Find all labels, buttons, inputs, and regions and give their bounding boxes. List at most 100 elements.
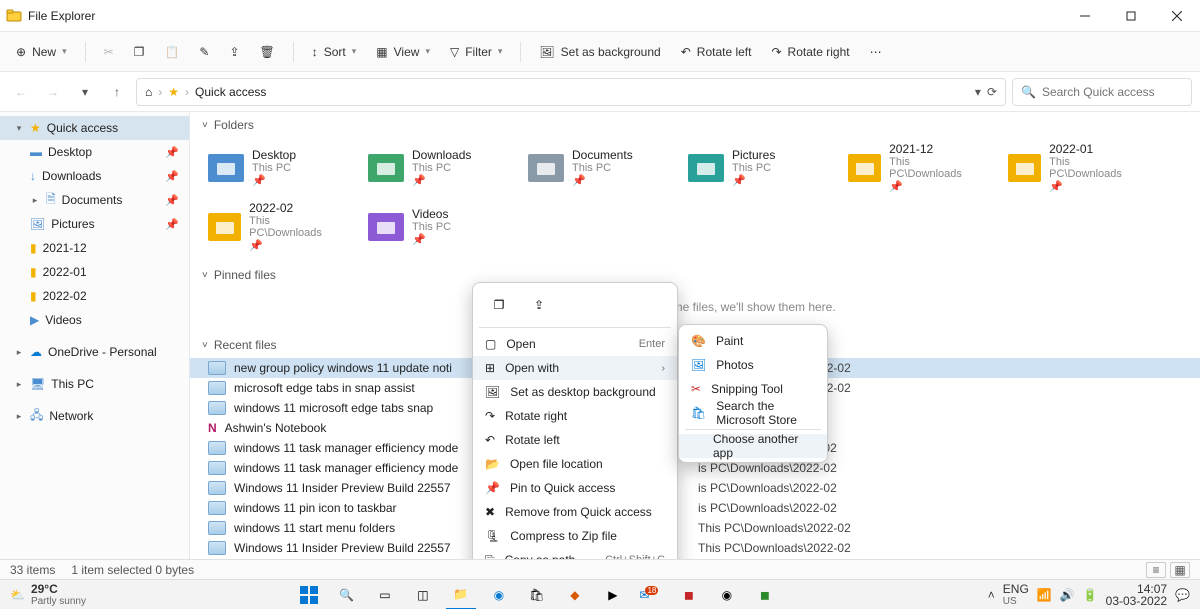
more-icon: ⋯ (870, 45, 882, 59)
openwith-paint[interactable]: 🎨Paint (679, 329, 827, 353)
taskbar-weather[interactable]: ⛅ 29°C Partly sunny (0, 582, 96, 607)
context-share-button[interactable]: ⇪ (525, 293, 553, 317)
context-compress-zip[interactable]: 🗜Compress to Zip file (473, 524, 677, 548)
share-button[interactable]: ⇪ (221, 38, 247, 66)
tray-chevron[interactable]: ˄ (988, 588, 995, 602)
taskbar-chrome[interactable]: ◉ (712, 580, 742, 609)
section-pinned[interactable]: ˅Pinned files (190, 262, 1200, 288)
sidebar-item-quick-access[interactable]: ▾ ★ Quick access (0, 116, 189, 140)
taskbar-mail[interactable]: ✉18 (636, 580, 666, 609)
context-open[interactable]: ▢OpenEnter (473, 332, 677, 356)
file-row[interactable]: windows 11 file explorer folder preview2… (190, 558, 1200, 559)
address-bar[interactable]: ⌂ › ★ › Quick access ▾ ⟳ (136, 78, 1006, 106)
openwith-snipping-tool[interactable]: ✂Snipping Tool (679, 377, 827, 401)
file-row[interactable]: windows 11 start menu folders2 12:21This… (190, 518, 1200, 538)
videos-icon: ▶ (30, 313, 39, 327)
sidebar-item-pictures[interactable]: 🖼Pictures📌 (0, 212, 189, 236)
chevron-down-icon: ˅ (202, 340, 208, 351)
folder-card[interactable]: 2022-01This PC\Downloads📌 (1008, 142, 1138, 193)
file-row[interactable]: Windows 11 Insider Preview Build 225572 … (190, 538, 1200, 558)
sidebar-label: Network (49, 409, 93, 423)
context-copy-button[interactable]: ❐ (485, 293, 513, 317)
start-button[interactable] (294, 580, 324, 609)
back-button[interactable]: ← (8, 79, 34, 105)
volume-icon[interactable]: 🔊 (1060, 588, 1075, 602)
tray-language[interactable]: ENGUS (1003, 582, 1029, 607)
copy-button[interactable]: ❐ (126, 38, 153, 66)
context-set-desktop-bg[interactable]: 🖼Set as desktop background (473, 380, 677, 404)
taskbar-store[interactable]: 🛍 (522, 580, 552, 609)
forward-button[interactable]: → (40, 79, 66, 105)
sidebar-item-2021-12[interactable]: ▮2021-12 (0, 236, 189, 260)
sidebar-item-documents[interactable]: ▸🗎Documents📌 (0, 188, 189, 212)
delete-button[interactable]: 🗑 (252, 38, 283, 66)
rotate-left-button[interactable]: ↶Rotate left (673, 38, 760, 66)
context-pin-quick-access[interactable]: 📌Pin to Quick access (473, 476, 677, 500)
taskbar-app-2[interactable]: ◼ (674, 580, 704, 609)
close-button[interactable] (1154, 0, 1200, 32)
folder-name: Videos (412, 207, 451, 221)
file-row[interactable]: Windows 11 Insider Preview Build 22557is… (190, 478, 1200, 498)
taskbar-app-1[interactable]: ◆ (560, 580, 590, 609)
context-remove-quick-access[interactable]: ✖Remove from Quick access (473, 500, 677, 524)
paste-button[interactable]: 📋 (156, 38, 187, 66)
file-row[interactable]: windows 11 pin icon to taskbaris PC\Down… (190, 498, 1200, 518)
sidebar-item-this-pc[interactable]: ▸🖥This PC (0, 372, 189, 396)
new-button[interactable]: ⊕ New ▾ (8, 38, 75, 66)
context-rotate-right[interactable]: ↷Rotate right (473, 404, 677, 428)
task-view-button[interactable]: ▭ (370, 580, 400, 609)
context-open-with[interactable]: ⊞Open with› (473, 356, 677, 380)
notifications-icon[interactable]: 💬 (1175, 588, 1190, 602)
openwith-choose-another[interactable]: Choose another app (679, 434, 827, 458)
rename-button[interactable]: ✎ (191, 38, 217, 66)
tiles-view-button[interactable]: ▦ (1170, 562, 1190, 578)
folder-card[interactable]: 2021-12This PC\Downloads📌 (848, 142, 978, 193)
folder-card[interactable]: 2022-02This PC\Downloads📌 (208, 201, 338, 252)
wifi-icon[interactable]: 📶 (1037, 588, 1052, 602)
set-background-button[interactable]: 🖼Set as background (531, 38, 668, 66)
taskbar-app-3[interactable]: ◼ (750, 580, 780, 609)
taskbar-search[interactable]: 🔍 (332, 580, 362, 609)
sidebar-item-2022-01[interactable]: ▮2022-01 (0, 260, 189, 284)
zip-icon: 🗜 (485, 529, 500, 543)
details-view-button[interactable]: ≡ (1146, 562, 1166, 578)
taskbar-widgets[interactable]: ◫ (408, 580, 438, 609)
openwith-photos[interactable]: 🖼Photos (679, 353, 827, 377)
sidebar-item-downloads[interactable]: ↓Downloads📌 (0, 164, 189, 188)
more-button[interactable]: ⋯ (862, 38, 890, 66)
sidebar-item-2022-02[interactable]: ▮2022-02 (0, 284, 189, 308)
rotate-right-button[interactable]: ↷Rotate right (763, 38, 857, 66)
sort-button[interactable]: ↕Sort▾ (304, 38, 365, 66)
maximize-button[interactable] (1108, 0, 1154, 32)
context-open-file-location[interactable]: 📂Open file location (473, 452, 677, 476)
breadcrumb[interactable]: Quick access (195, 85, 266, 99)
filter-button[interactable]: ▽Filter▾ (442, 38, 510, 66)
chevron-down-icon[interactable]: ▾ (975, 85, 981, 99)
openwith-ms-store[interactable]: 🛍Search the Microsoft Store (679, 401, 827, 425)
sidebar-item-network[interactable]: ▸🖧Network (0, 404, 189, 428)
folder-card[interactable]: DesktopThis PC📌 (208, 142, 338, 193)
minimize-button[interactable] (1062, 0, 1108, 32)
sidebar-item-desktop[interactable]: ▬Desktop📌 (0, 140, 189, 164)
tray-clock[interactable]: 14:0703-03-2022 (1106, 583, 1167, 607)
recent-locations-button[interactable]: ▾ (72, 79, 98, 105)
folder-card[interactable]: DownloadsThis PC📌 (368, 142, 498, 193)
folder-card[interactable]: DocumentsThis PC📌 (528, 142, 658, 193)
taskbar-file-explorer[interactable]: 📁 (446, 580, 476, 609)
search-box[interactable]: 🔍 (1012, 78, 1192, 106)
folder-card[interactable]: VideosThis PC📌 (368, 201, 498, 252)
sidebar-item-onedrive[interactable]: ▸☁OneDrive - Personal (0, 340, 189, 364)
context-rotate-left[interactable]: ↶Rotate left (473, 428, 677, 452)
taskbar-media[interactable]: ▶ (598, 580, 628, 609)
taskbar-edge[interactable]: ◉ (484, 580, 514, 609)
section-folders[interactable]: ˅Folders (190, 112, 1200, 138)
refresh-icon[interactable]: ⟳ (987, 85, 997, 99)
search-input[interactable] (1042, 85, 1197, 99)
context-copy-as-path[interactable]: ⎘Copy as pathCtrl+Shift+C (473, 548, 677, 559)
view-button[interactable]: ▦View▾ (368, 38, 438, 66)
cut-button[interactable]: ✂ (96, 38, 122, 66)
up-button[interactable]: ↑ (104, 79, 130, 105)
folder-card[interactable]: PicturesThis PC📌 (688, 142, 818, 193)
battery-icon[interactable]: 🔋 (1083, 588, 1098, 602)
sidebar-item-videos[interactable]: ▶Videos (0, 308, 189, 332)
